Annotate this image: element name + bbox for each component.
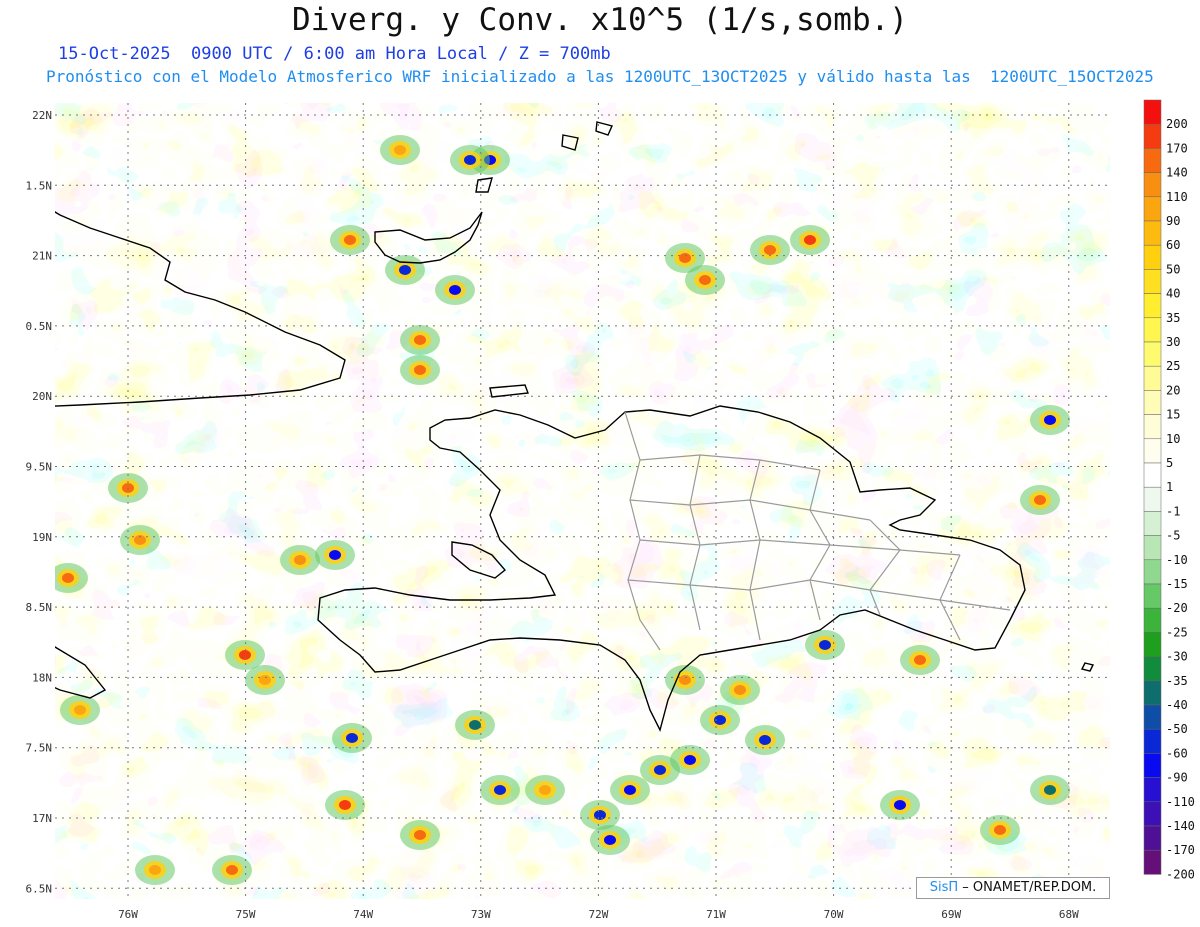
colorbar-label: 90 <box>1166 214 1180 228</box>
lon-label: 69W <box>941 908 961 921</box>
colorbar-swatch <box>1143 293 1162 319</box>
colorbar-swatch <box>1143 390 1162 415</box>
colorbar-swatch <box>1143 438 1162 464</box>
lon-label: 73W <box>471 908 491 921</box>
lat-label: 0.5N <box>26 320 53 333</box>
colorbar-label: -40 <box>1166 698 1188 712</box>
colorbar-swatch <box>1143 365 1162 391</box>
colorbar-label: -10 <box>1166 553 1188 567</box>
colorbar-swatch <box>1143 583 1162 609</box>
colorbar-label: 110 <box>1166 190 1188 204</box>
colorbar-label: 170 <box>1166 141 1188 155</box>
colorbar-swatch <box>1143 728 1162 754</box>
colorbar-label: -1 <box>1166 504 1180 518</box>
colorbar-swatch <box>1143 849 1162 875</box>
sispi-brand: SisΠ <box>929 880 959 895</box>
lon-label: 70W <box>824 908 844 921</box>
lat-label: 7.5N <box>26 742 53 755</box>
lat-label: 21N <box>32 250 52 263</box>
colorbar-swatch <box>1143 317 1162 343</box>
credit-text: – ONAMET/REP.DOM. <box>962 880 1097 895</box>
colorbar-label: 5 <box>1166 456 1173 470</box>
colorbar-label: 200 <box>1166 117 1188 131</box>
colorbar-swatch <box>1143 825 1162 851</box>
colorbar-swatch <box>1143 148 1162 173</box>
colorbar-label: -50 <box>1166 722 1188 736</box>
colorbar-swatch <box>1143 462 1162 488</box>
colorbar-label: -20 <box>1166 601 1188 615</box>
colorbar-swatch <box>1143 535 1162 561</box>
colorbar-swatch <box>1143 414 1162 440</box>
colorbar-swatch <box>1143 632 1162 657</box>
colorbar-label: 25 <box>1166 359 1180 373</box>
lon-label: 76W <box>118 908 138 921</box>
divergence-field <box>55 103 1110 899</box>
colorbar-swatch <box>1143 777 1162 803</box>
colorbar-swatch <box>1143 801 1162 827</box>
colorbar-label: 1 <box>1166 480 1173 494</box>
colorbar-label: 40 <box>1166 287 1180 301</box>
colorbar-label: -200 <box>1166 867 1195 881</box>
lon-label: 74W <box>353 908 373 921</box>
colorbar-label: 20 <box>1166 383 1180 397</box>
lat-label: 20N <box>32 390 52 403</box>
colorbar-swatch <box>1143 220 1162 246</box>
lat-label: 18N <box>32 671 52 684</box>
colorbar-swatch <box>1143 680 1162 706</box>
colorbar-label: -30 <box>1166 650 1188 664</box>
lat-label: 8.5N <box>26 601 53 614</box>
lat-label: 17N <box>32 812 52 825</box>
credit-box: SisΠ – ONAMET/REP.DOM. <box>916 877 1110 899</box>
colorbar-label: -60 <box>1166 746 1188 760</box>
colorbar-label: 30 <box>1166 335 1180 349</box>
colorbar-swatch <box>1143 123 1162 149</box>
colorbar-swatch <box>1143 704 1162 730</box>
lat-label: 1.5N <box>26 179 53 192</box>
colorbar-label: -35 <box>1166 674 1188 688</box>
colorbar-swatch <box>1143 99 1162 125</box>
colorbar-swatch <box>1143 172 1162 198</box>
colorbar-label: -170 <box>1166 843 1195 857</box>
lat-label: 19N <box>32 531 52 544</box>
colorbar-label: 140 <box>1166 166 1188 180</box>
colorbar-swatch <box>1143 753 1162 778</box>
lat-label: 9.5N <box>26 461 53 474</box>
colorbar-label: -15 <box>1166 577 1188 591</box>
colorbar-label: 10 <box>1166 432 1180 446</box>
lat-label: 6.5N <box>26 882 53 895</box>
lon-label: 68W <box>1059 908 1079 921</box>
colorbar-swatch <box>1143 244 1162 270</box>
colorbar-label: 15 <box>1166 408 1180 422</box>
divergence-map: 200 170 140 110 90 60 50 40 35 30 25 20 15 10 5 1 -1 -5 -1… <box>26 99 1195 921</box>
colorbar-swatch <box>1143 196 1162 222</box>
colorbar: 200 170 140 110 90 60 50 40 35 30 25 20 15 10 5 1 -1 -5 -1… <box>1143 99 1195 881</box>
colorbar-label: 50 <box>1166 262 1180 276</box>
lon-label: 72W <box>588 908 608 921</box>
colorbar-label: 35 <box>1166 311 1180 325</box>
colorbar-label: -110 <box>1166 795 1195 809</box>
colorbar-label: 60 <box>1166 238 1180 252</box>
colorbar-swatch <box>1143 607 1162 633</box>
lat-label: 22N <box>32 109 52 122</box>
lon-label: 71W <box>706 908 726 921</box>
colorbar-label: -25 <box>1166 625 1188 639</box>
colorbar-label: -5 <box>1166 529 1180 543</box>
colorbar-swatch <box>1143 269 1162 294</box>
colorbar-label: -140 <box>1166 819 1195 833</box>
colorbar-label: -90 <box>1166 771 1188 785</box>
colorbar-swatch <box>1143 656 1162 682</box>
lon-label: 75W <box>236 908 256 921</box>
colorbar-swatch <box>1143 341 1162 367</box>
colorbar-swatch <box>1143 511 1162 536</box>
colorbar-swatch <box>1143 559 1162 585</box>
colorbar-swatch <box>1143 486 1162 512</box>
